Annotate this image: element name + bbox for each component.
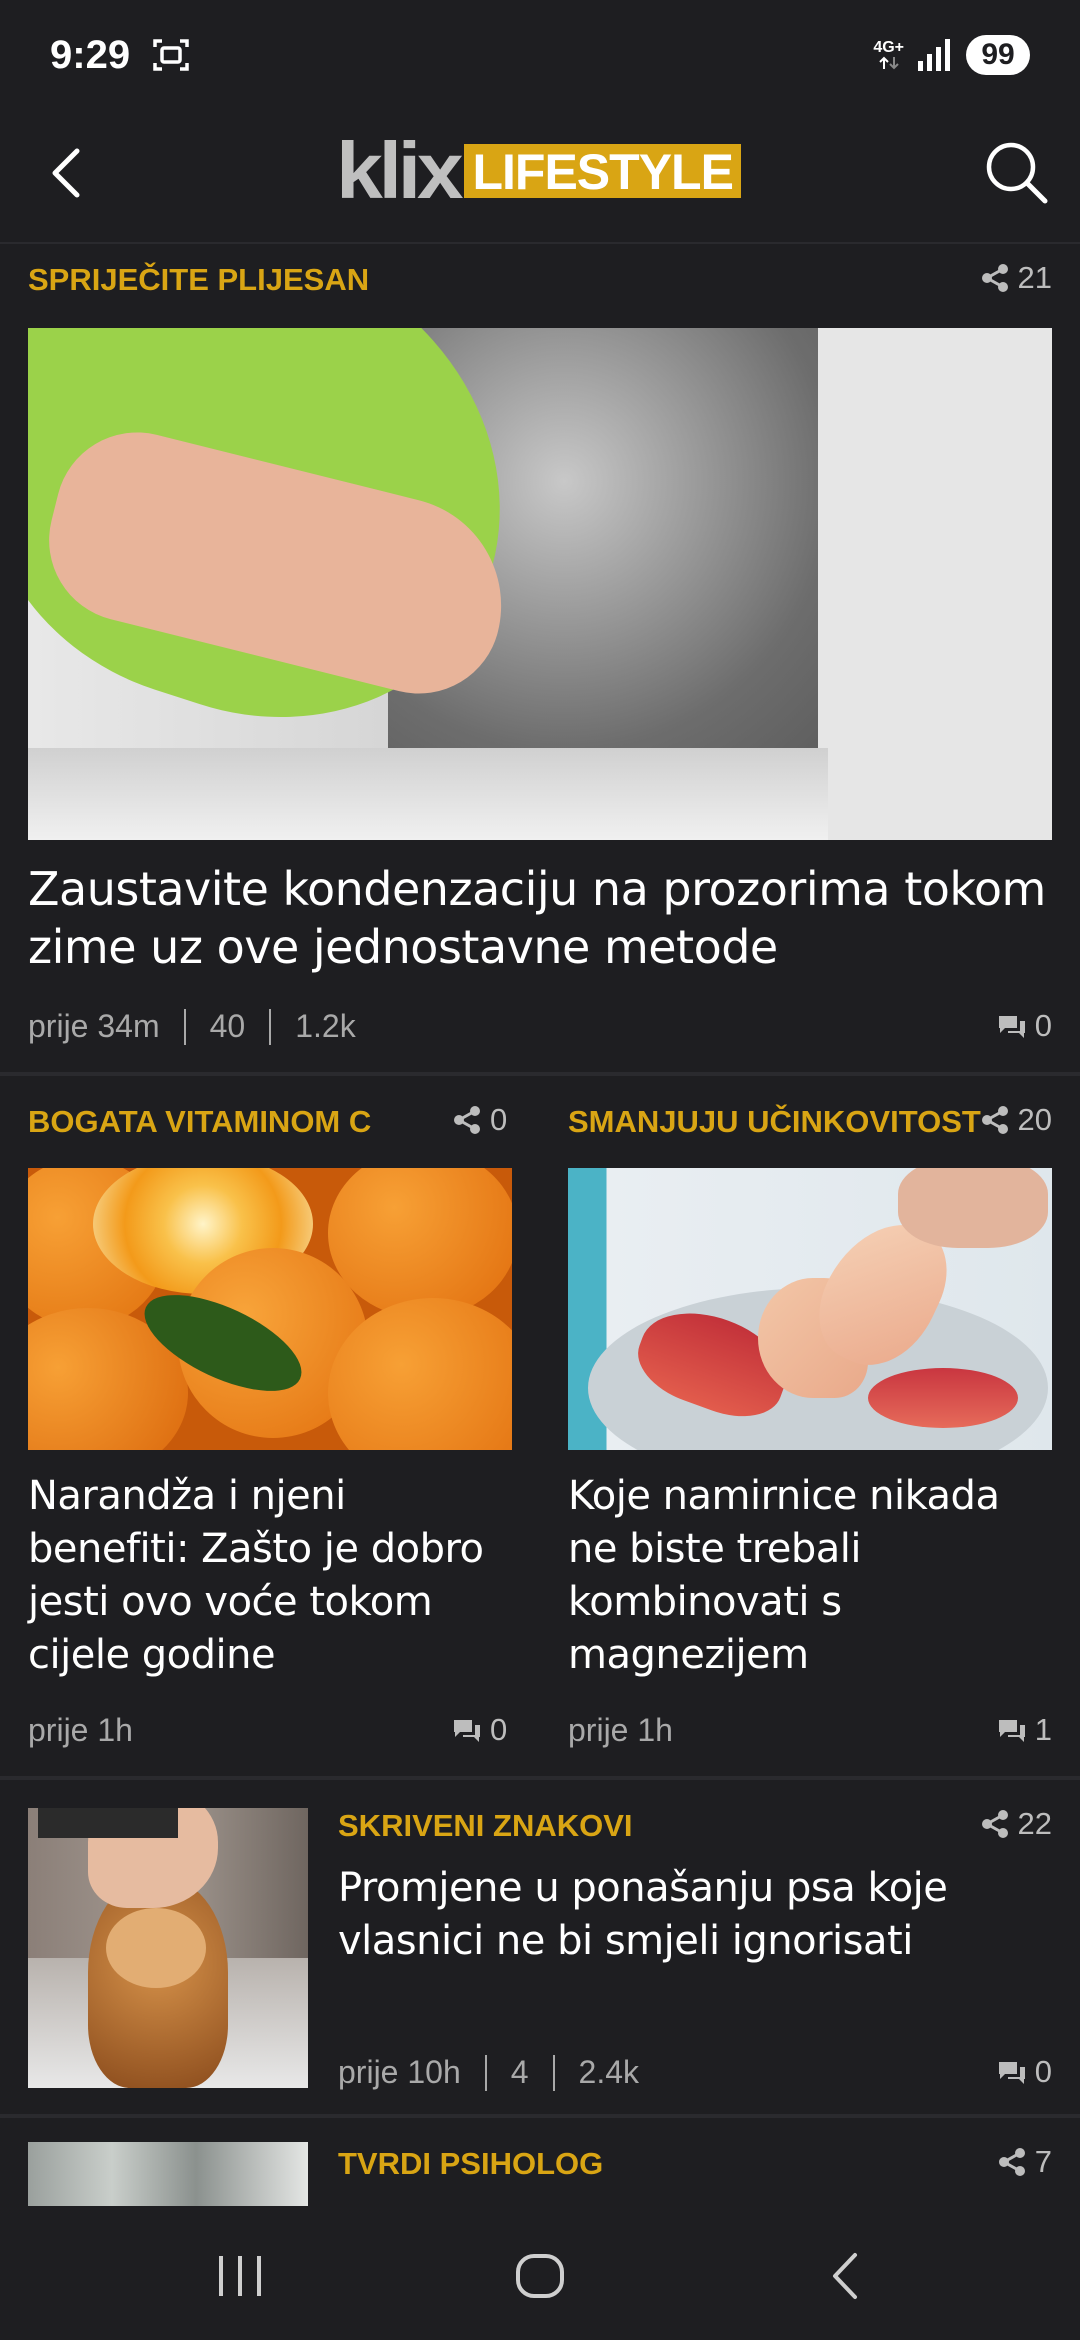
article-card[interactable]: SKRIVENI ZNAKOVI 22 Promjene u ponašanju…	[0, 1780, 1080, 2114]
status-time: 9:29	[50, 32, 131, 77]
network-icon: 4G+	[873, 40, 904, 70]
system-back-button[interactable]	[805, 2236, 885, 2316]
article-kicker: BOGATA VITAMINOM C	[28, 1104, 372, 1139]
share-count[interactable]: 20	[980, 1102, 1052, 1138]
article-kicker: SPRIJEČITE PLIJESAN	[28, 262, 370, 297]
article-image-dog[interactable]	[28, 1808, 308, 2088]
home-icon	[516, 2254, 564, 2298]
comment-count[interactable]: 1	[997, 1712, 1052, 1748]
article-title[interactable]: Promjene u ponašanju psa koje vlasnici n…	[338, 1862, 1058, 1968]
share-icon	[454, 1106, 480, 1134]
share-count[interactable]: 0	[452, 1102, 507, 1138]
logo-section: LIFESTYLE	[464, 144, 741, 198]
back-arrow-icon	[52, 148, 80, 198]
article-time: prije 10h	[338, 2054, 461, 2090]
share-count[interactable]: 7	[997, 2144, 1052, 2180]
comment-count[interactable]: 0	[997, 1008, 1052, 1044]
comment-count[interactable]: 0	[997, 2054, 1052, 2090]
article-image-window-cleaning[interactable]	[28, 328, 1052, 840]
system-back-icon	[833, 2253, 857, 2299]
share-count[interactable]: 22	[980, 1806, 1052, 1842]
article-title[interactable]: Koje namirnice nikada ne biste trebali k…	[568, 1470, 1038, 1682]
article-meta: prije 34m 40 1.2k	[28, 1008, 356, 1045]
app-header: klix LIFESTYLE	[0, 110, 1080, 244]
article-stat-2: 2.4k	[578, 2054, 640, 2090]
comment-count[interactable]: 0	[452, 1712, 507, 1748]
meta-separator	[484, 2054, 487, 2091]
share-icon	[981, 1106, 1008, 1134]
search-button[interactable]	[978, 130, 1054, 214]
home-button[interactable]	[500, 2236, 580, 2316]
meta-separator	[183, 1008, 186, 1045]
article-card[interactable]: BOGATA VITAMINOM C 0 Narandža i njeni be…	[0, 1076, 540, 1776]
signal-icon	[918, 39, 950, 71]
article-card[interactable]: SMANJUJU UČINKOVITOST 20 Koje namirnice …	[540, 1076, 1080, 1776]
share-count[interactable]: 21	[980, 260, 1052, 296]
meta-separator	[552, 2054, 555, 2091]
comments-icon	[454, 1720, 480, 1742]
comments-icon	[998, 1016, 1025, 1038]
share-icon	[981, 1810, 1008, 1838]
system-nav-bar	[0, 2206, 1080, 2340]
article-title[interactable]: Narandža i njeni benefiti: Zašto je dobr…	[28, 1470, 518, 1682]
article-stat-2: 1.2k	[295, 1008, 356, 1044]
share-icon	[981, 264, 1008, 292]
article-stat-1: 4	[510, 2054, 529, 2090]
meta-separator	[269, 1008, 272, 1045]
article-title[interactable]: Zaustavite kondenzaciju na prozorima tok…	[28, 860, 1058, 976]
article-image-psychologist[interactable]	[28, 2142, 308, 2206]
comments-icon	[998, 2062, 1025, 2084]
article-meta: prije 1h	[28, 1712, 133, 1749]
screenshot-icon	[153, 39, 189, 71]
article-kicker: SMANJUJU UČINKOVITOST	[568, 1104, 981, 1139]
article-time: prije 1h	[28, 1712, 133, 1748]
article-stat-1: 40	[209, 1008, 246, 1044]
article-meta: prije 10h 4 2.4k	[338, 2054, 639, 2091]
back-button[interactable]	[36, 136, 96, 210]
comments-icon	[998, 1720, 1025, 1742]
article-image-apple-slices[interactable]	[568, 1168, 1052, 1450]
klix-lifestyle-logo[interactable]: klix LIFESTYLE	[336, 126, 741, 215]
article-card[interactable]: TVRDI PSIHOLOG 7	[0, 2118, 1080, 2206]
article-kicker: TVRDI PSIHOLOG	[338, 2146, 604, 2181]
article-time: prije 34m	[28, 1008, 160, 1044]
data-arrows-icon	[878, 56, 899, 70]
recent-apps-button[interactable]	[200, 2236, 280, 2316]
logo-klix: klix	[336, 126, 464, 215]
battery-indicator: 99	[966, 35, 1030, 75]
status-bar: 9:29 4G+ 99	[0, 0, 1080, 110]
article-time: prije 1h	[568, 1712, 673, 1748]
article-image-oranges[interactable]	[28, 1168, 512, 1450]
article-meta: prije 1h	[568, 1712, 673, 1749]
article-kicker: SKRIVENI ZNAKOVI	[338, 1808, 633, 1843]
article-card-featured[interactable]: SPRIJEČITE PLIJESAN 21 Zaustavite konden…	[0, 246, 1080, 1072]
share-icon	[998, 2148, 1025, 2176]
search-icon	[986, 142, 1048, 204]
recent-apps-icon	[219, 2256, 261, 2296]
